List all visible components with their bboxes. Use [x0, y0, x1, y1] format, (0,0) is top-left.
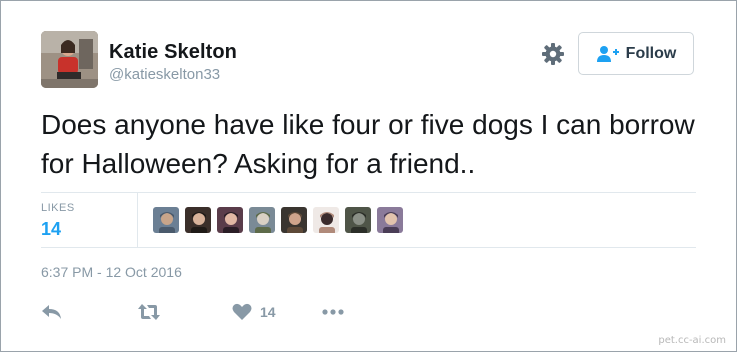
stats-top-divider [41, 192, 696, 193]
tweet-timestamp[interactable]: 6:37 PM - 12 Oct 2016 [41, 264, 182, 280]
follow-button[interactable]: Follow [578, 32, 694, 75]
liker-avatar-6[interactable] [312, 206, 340, 234]
more-options-button[interactable] [322, 301, 344, 323]
heart-icon [232, 303, 252, 320]
follow-button-label: Follow [625, 44, 677, 62]
follow-person-plus-icon [596, 45, 619, 62]
liker-avatar-1[interactable] [152, 206, 180, 234]
user-display-name[interactable]: Katie Skelton [109, 41, 237, 64]
avatar-photo-icon [41, 31, 98, 88]
stats-vertical-divider [137, 193, 138, 247]
likes-count[interactable]: 14 [41, 219, 61, 240]
reply-icon [42, 305, 61, 319]
reply-button[interactable] [41, 301, 63, 323]
like-count: 14 [260, 304, 276, 320]
like-button[interactable]: 14 [232, 301, 276, 323]
retweet-icon [138, 304, 160, 320]
likers-avatar-list [152, 206, 404, 234]
liker-avatar-5[interactable] [280, 206, 308, 234]
tweet-card: Katie Skelton @katieskelton33 Follow Doe… [0, 0, 737, 352]
liker-avatar-7[interactable] [344, 206, 372, 234]
liker-avatar-4[interactable] [248, 206, 276, 234]
user-avatar[interactable] [41, 31, 98, 88]
likes-label: LIKES [41, 202, 75, 214]
watermark: pet.cc-ai.com [658, 335, 726, 346]
retweet-button[interactable] [137, 301, 161, 323]
user-handle[interactable]: @katieskelton33 [109, 66, 220, 83]
tweet-text: Does anyone have like four or five dogs … [41, 109, 695, 179]
liker-avatar-2[interactable] [184, 206, 212, 234]
stats-bottom-divider [41, 247, 696, 248]
liker-avatar-8[interactable] [376, 206, 404, 234]
more-dots-icon [322, 309, 344, 315]
liker-avatar-3[interactable] [216, 206, 244, 234]
gear-icon[interactable] [541, 42, 565, 66]
